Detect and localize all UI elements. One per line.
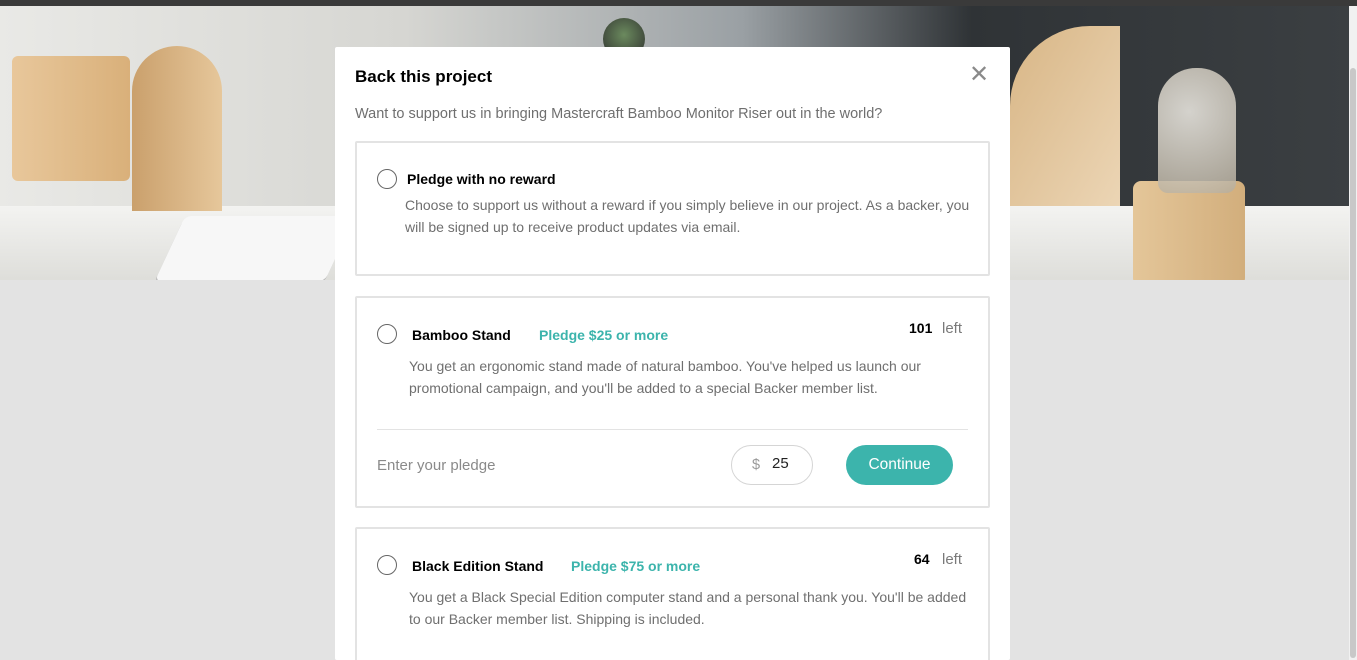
- pledge-divider: [377, 429, 968, 430]
- reward-description: Choose to support us without a reward if…: [405, 197, 970, 235]
- pledge-amount-input[interactable]: [772, 455, 806, 472]
- enter-pledge-label: Enter your pledge: [377, 457, 496, 474]
- reward-card-bamboo-stand[interactable]: Bamboo Stand Pledge $25 or more 101 left…: [355, 296, 990, 508]
- reward-left-label: left: [942, 320, 963, 337]
- reward-radio-black-edition[interactable]: [377, 555, 397, 575]
- reward-card-no-reward[interactable]: Pledge with no reward Choose to support …: [355, 141, 990, 276]
- hero-keyboard: [154, 216, 356, 280]
- page-scrollbar[interactable]: [1349, 6, 1357, 660]
- page-scrollbar-thumb[interactable]: [1350, 68, 1356, 658]
- close-icon[interactable]: ✕: [967, 63, 991, 87]
- continue-button[interactable]: Continue: [846, 445, 953, 485]
- reward-title: Black Edition Stand: [412, 558, 544, 574]
- reward-card-black-edition[interactable]: Black Edition Stand Pledge $75 or more 6…: [355, 527, 990, 660]
- reward-title: Bamboo Stand: [412, 327, 511, 343]
- hero-lamp-base: [1133, 181, 1245, 280]
- reward-pledge-minimum: Pledge $25 or more: [539, 327, 669, 343]
- currency-symbol: $: [752, 457, 761, 473]
- reward-description: You get an ergonomic stand made of natur…: [409, 358, 921, 396]
- reward-radio-bamboo-stand[interactable]: [377, 324, 397, 344]
- reward-pledge-minimum: Pledge $75 or more: [571, 558, 701, 574]
- reward-radio-no-reward[interactable]: [377, 169, 397, 189]
- hero-lamp-bulb: [1158, 68, 1236, 193]
- modal-title: Back this project: [355, 67, 492, 86]
- back-project-modal: Back this project ✕ Want to support us i…: [335, 47, 1010, 660]
- hero-headphone-stand: [132, 46, 222, 211]
- reward-left-label: left: [942, 551, 963, 568]
- reward-left-count: 101: [909, 320, 933, 336]
- reward-left-count: 64: [914, 551, 930, 567]
- reward-title: Pledge with no reward: [407, 171, 556, 187]
- modal-subtitle: Want to support us in bringing Mastercra…: [355, 106, 883, 122]
- hero-pen-holder: [12, 56, 130, 181]
- reward-description: You get a Black Special Edition computer…: [409, 589, 967, 627]
- pledge-amount-field[interactable]: $: [731, 445, 813, 485]
